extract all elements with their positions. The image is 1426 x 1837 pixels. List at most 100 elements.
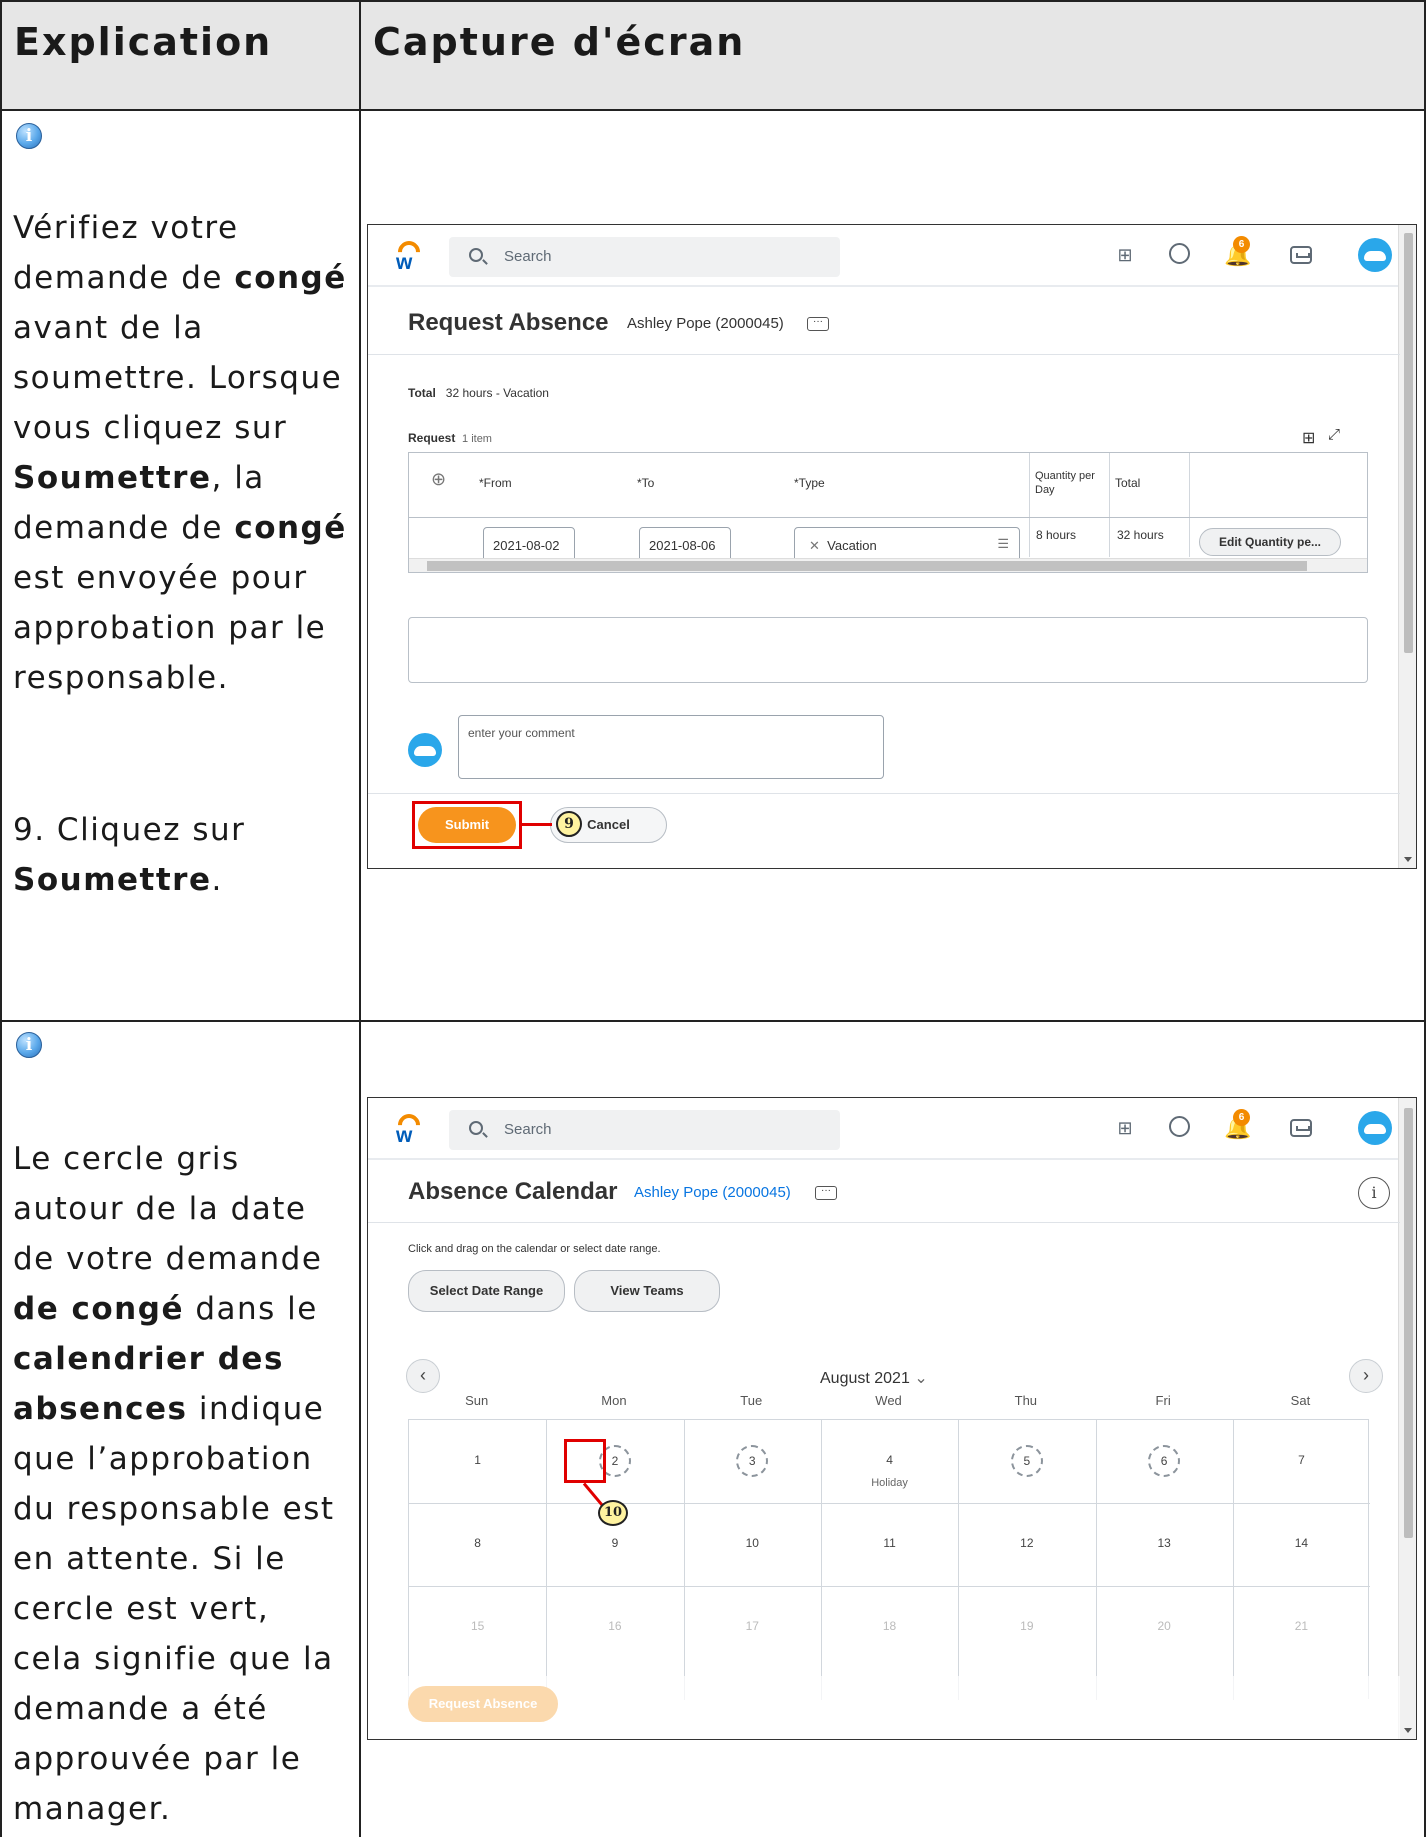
apps-grid-icon[interactable]: ⊞ [1113, 1116, 1137, 1140]
calendar-date-15[interactable]: 15 [458, 1619, 498, 1633]
calendar-date-8[interactable]: 8 [458, 1536, 498, 1550]
request-absence-button[interactable]: Request Absence [408, 1686, 558, 1722]
calendar-date-11[interactable]: 11 [870, 1536, 910, 1550]
qty-cell: 8 hours [1036, 528, 1077, 542]
col-qty: Quantity per Day [1035, 470, 1095, 496]
instruction-table: Explication Capture d'écran i Vérifiez v… [0, 0, 1426, 1837]
add-row-icon[interactable]: ⊕ [431, 469, 446, 490]
search-icon [469, 248, 483, 262]
calendar-date-9[interactable]: 9 [595, 1536, 635, 1550]
col-total: Total [1115, 476, 1141, 490]
inbox-icon[interactable] [1290, 246, 1312, 264]
calendar-grid[interactable]: 1 2 3 4 Holiday 5 6 7 8 9 10 11 12 13 14 15 16 17 18 19 20… [408, 1419, 1370, 1700]
weekday-sun: Sun [465, 1393, 489, 1408]
search-input[interactable]: Search [449, 1110, 840, 1150]
col-divider [1029, 453, 1030, 557]
profile-avatar-icon[interactable] [1358, 1111, 1392, 1145]
pending-date-5[interactable]: 5 [1010, 1445, 1043, 1477]
related-actions-button[interactable]: ··· [815, 1186, 837, 1200]
search-input[interactable]: Search [449, 237, 840, 277]
weekday-mon: Mon [601, 1393, 627, 1408]
scroll-down-arrow-icon[interactable] [1404, 1728, 1412, 1733]
related-actions-button[interactable]: ··· [807, 317, 829, 331]
workday-logo[interactable]: w [393, 236, 425, 274]
search-icon [469, 1121, 483, 1135]
col-divider [1109, 453, 1110, 557]
commenter-avatar-icon [408, 733, 442, 767]
scroll-thumb[interactable] [1404, 233, 1413, 653]
divider [368, 793, 1400, 794]
info-circle-icon[interactable]: i [1358, 1177, 1390, 1209]
day-column-divider [1095, 1420, 1097, 1700]
pending-date-6[interactable]: 6 [1148, 1445, 1181, 1477]
date-highlight-box [564, 1439, 606, 1483]
list-prompt-icon[interactable]: ☰ [997, 536, 1009, 552]
calendar-date-14[interactable]: 14 [1281, 1536, 1321, 1550]
edit-quantity-button[interactable]: Edit Quantity pe... [1199, 528, 1341, 556]
total-cell: 32 hours [1117, 528, 1164, 542]
weekday-fri: Fri [1155, 1393, 1171, 1408]
request-count-line: Request 1 item [408, 431, 492, 445]
row2-explanation-cell: i Le cercle gris autour de la date de vo… [0, 1020, 361, 1837]
weekday-sat: Sat [1290, 1393, 1311, 1408]
table-hscroll-thumb[interactable] [427, 561, 1307, 571]
worker-name-link[interactable]: Ashley Pope (2000045) [634, 1184, 791, 1201]
scroll-down-arrow-icon[interactable] [1404, 857, 1412, 862]
calendar-date-1[interactable]: 1 [458, 1453, 498, 1467]
calendar-date-21[interactable]: 21 [1281, 1619, 1321, 1633]
apps-grid-icon[interactable]: ⊞ [1113, 243, 1137, 267]
profile-avatar-icon[interactable] [1358, 238, 1392, 272]
previous-month-button[interactable]: ‹ [406, 1359, 440, 1393]
calendar-date-12[interactable]: 12 [1007, 1536, 1047, 1550]
week-divider [409, 1503, 1370, 1504]
calendar-date-18[interactable]: 18 [870, 1619, 910, 1633]
remove-type-icon[interactable]: ✕ [809, 538, 820, 553]
select-date-range-button[interactable]: Select Date Range [408, 1270, 565, 1312]
header-explication-text: Explication [14, 20, 273, 64]
calendar-date-7[interactable]: 7 [1281, 1453, 1321, 1467]
day-column-divider [1232, 1420, 1234, 1700]
header-capture: Capture d'écran [359, 0, 1426, 111]
day-column-divider [958, 1420, 960, 1700]
row2-explanation-text: Le cercle gris autour de la date de votr… [13, 1141, 335, 1827]
attachments-area[interactable] [408, 617, 1368, 683]
calendar-date-17[interactable]: 17 [732, 1619, 772, 1633]
callout-connector [522, 823, 552, 826]
workday-logo[interactable]: w [393, 1109, 425, 1147]
notifications-bell-icon[interactable]: 🔔 6 [1224, 1109, 1251, 1140]
table-hscrollbar[interactable] [409, 558, 1367, 572]
step-callout-10: 10 [598, 1500, 628, 1526]
top-nav-bar: w Search ⊞ 🔔 6 [368, 1098, 1398, 1160]
vertical-scrollbar[interactable] [1398, 225, 1416, 868]
calendar-date-20[interactable]: 20 [1144, 1619, 1184, 1633]
calendar-date-10[interactable]: 10 [732, 1536, 772, 1550]
notifications-bell-icon[interactable]: 🔔 6 [1224, 236, 1251, 267]
scroll-thumb[interactable] [1404, 1108, 1413, 1538]
header-explication: Explication [0, 0, 361, 111]
step-callout-9: 9 [556, 811, 582, 837]
month-selector[interactable]: August 2021 ⌄ [820, 1368, 928, 1388]
calendar-date-13[interactable]: 13 [1144, 1536, 1184, 1550]
info-icon: i [16, 123, 42, 149]
row1-explanation-text: Vérifiez votre demande de congé avant de… [13, 210, 347, 696]
chat-icon[interactable] [1169, 1116, 1190, 1137]
inbox-icon[interactable] [1290, 1119, 1312, 1137]
col-divider [1189, 453, 1190, 557]
calendar-date-16[interactable]: 16 [595, 1619, 635, 1633]
next-month-button[interactable]: › [1349, 1359, 1383, 1393]
weekday-thu: Thu [1014, 1393, 1038, 1408]
divider [368, 1222, 1400, 1223]
col-type: *Type [794, 476, 825, 490]
comment-input[interactable]: enter your comment [458, 715, 884, 779]
calendar-date-4[interactable]: 4 [870, 1453, 910, 1467]
header-capture-text: Capture d'écran [373, 20, 746, 64]
submit-highlight-box [412, 801, 522, 849]
pending-date-3[interactable]: 3 [736, 1445, 769, 1477]
expand-icon[interactable]: ⤢ [1328, 426, 1340, 443]
chat-icon[interactable] [1169, 243, 1190, 264]
view-teams-button[interactable]: View Teams [574, 1270, 720, 1312]
vertical-scrollbar[interactable] [1398, 1098, 1416, 1739]
week-divider [409, 1586, 1370, 1587]
table-view-icon[interactable]: ⊞ [1302, 428, 1315, 448]
calendar-date-19[interactable]: 19 [1007, 1619, 1047, 1633]
